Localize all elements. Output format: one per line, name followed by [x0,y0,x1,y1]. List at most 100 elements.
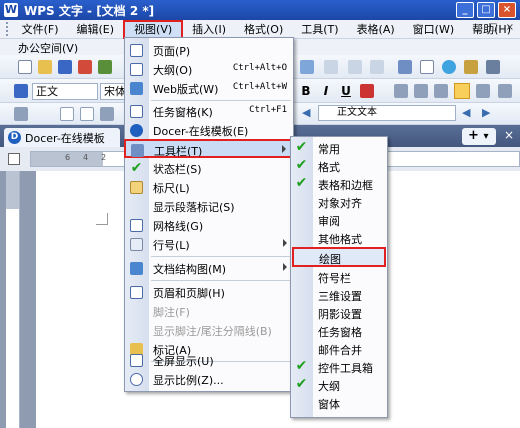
submenu-item-label: 表格和边框 [318,179,373,192]
submenu-item-shadow-settings[interactable]: 阴影设置 [291,304,387,322]
menu-item-header-footer[interactable]: 页眉和页脚(H) [125,283,293,302]
toolbar3-tool-icon[interactable] [14,107,28,121]
underline-button[interactable]: U [338,83,354,99]
submenu-item-review[interactable]: 审阅 [291,211,387,229]
undo-icon[interactable] [348,60,362,74]
wps-app-icon: W [4,3,18,17]
close-tab-icon[interactable]: × [504,128,514,142]
submenu-item-label: 阴影设置 [318,308,362,321]
align-right-icon[interactable] [434,84,448,98]
picture-icon[interactable] [464,60,478,74]
menu-item-page[interactable]: 页面(P) [125,41,293,60]
submenu-item-drawing[interactable]: 绘图 [292,247,386,267]
menu-window[interactable]: 窗口(W) [404,21,463,38]
back-arrow-icon[interactable]: ◀ [302,106,310,119]
new-tab-button[interactable]: + ▾ [462,128,496,145]
redo-icon[interactable] [370,60,384,74]
style-combo[interactable]: 正文 [32,83,98,100]
menu-item-label: Docer-在线模板(E) [153,125,249,138]
doc-minimize-button[interactable]: _ [475,22,480,33]
submenu-item-task-pane[interactable]: 任务窗格 [291,322,387,340]
menu-table[interactable]: 表格(A) [348,21,404,38]
promote-arrow-icon[interactable]: ◀ [462,106,470,119]
office-space-menu[interactable]: 办公空间(V) [18,40,78,56]
menu-item-line-numbers[interactable]: 行号(L) [125,235,293,254]
close-button[interactable]: × [498,2,516,18]
submenu-item-3d-settings[interactable]: 三维设置 [291,286,387,304]
bold-button[interactable]: B [298,83,314,99]
paragraph-style-combo[interactable]: 正文文本 [318,105,456,121]
demote-arrow-icon[interactable]: ▶ [482,106,490,119]
menu-item-task-pane[interactable]: 任务窗格(K) Ctrl+F1 [125,102,293,121]
checkmark-icon: ✔ [130,160,143,176]
menu-view[interactable]: 视图(V) [123,19,184,39]
style-pane-icon[interactable] [14,84,28,98]
submenu-item-standard[interactable]: ✔ 常用 [291,139,387,157]
tab-docer-templates[interactable]: D Docer-在线模板 [4,128,120,147]
menu-item-zoom[interactable]: 显示比例(Z)... [125,370,293,389]
menu-item-status-bar[interactable]: ✔ 状态栏(S) [125,159,293,178]
menu-item-gridlines[interactable]: 网格线(G) [125,216,293,235]
align-center-icon[interactable] [414,84,428,98]
menu-item-paragraph-marks[interactable]: 显示段落标记(S) [125,197,293,216]
view-menu-dropdown: 页面(P) 大纲(O) Ctrl+Alt+O Web版式(W) Ctrl+Alt… [124,37,294,392]
menu-file[interactable]: 文件(F) [13,21,68,38]
italic-button[interactable]: I [318,83,334,99]
format-painter-icon[interactable] [300,60,314,74]
minimize-button[interactable]: _ [456,2,474,18]
menu-item-label: 任务窗格(K) [153,106,213,119]
submenu-item-label: 任务窗格 [318,326,362,339]
vertical-ruler[interactable] [6,171,20,428]
justify-button[interactable] [454,83,470,99]
menu-item-label: 页眉和页脚(H) [153,287,225,300]
submenu-item-symbols[interactable]: 符号栏 [291,268,387,286]
window-controls: _ □ × [456,2,516,18]
open-folder-icon[interactable] [38,60,52,74]
menu-tools[interactable]: 工具(T) [292,21,347,38]
clear-format-icon[interactable] [324,60,338,74]
checkbox-icon[interactable] [60,107,74,121]
doc-restore-button[interactable]: □ [488,22,497,33]
submenu-item-other-format[interactable]: 其他格式 [291,229,387,247]
vertical-ruler-margin [6,171,19,209]
tab-stop-selector[interactable] [8,153,20,165]
menu-item-label: 行号(L) [153,239,190,252]
checkbox-icon[interactable] [80,107,94,121]
submenu-item-tables-borders[interactable]: ✔ 表格和边框 [291,175,387,193]
menu-item-toolbars[interactable]: 工具栏(T) [124,139,294,158]
menu-item-document-map[interactable]: 文档结构图(M) [125,259,293,278]
export-pdf-icon[interactable] [78,60,92,74]
formula-icon[interactable] [420,60,434,74]
title-bar: W WPS 文字 - [文档 2 *] _ □ × [0,0,520,20]
submenu-item-mail-merge[interactable]: 邮件合并 [291,340,387,358]
menu-edit[interactable]: 编辑(E) [68,21,124,38]
menu-item-fullscreen[interactable]: 全屏显示(U) [125,351,293,370]
print-icon[interactable] [98,60,112,74]
insert-table-icon[interactable] [398,60,412,74]
grid-view-icon[interactable] [486,60,500,74]
submenu-item-outline[interactable]: ✔ 大纲 [291,376,387,394]
submenu-item-control-toolbox[interactable]: ✔ 控件工具箱 [291,358,387,376]
shortcut-label: Ctrl+F1 [249,105,287,115]
font-color-icon[interactable] [360,84,374,98]
new-doc-icon[interactable] [18,60,32,74]
menu-item-ruler[interactable]: 标尺(L) [125,178,293,197]
maximize-button[interactable]: □ [477,2,495,18]
doc-close-button[interactable]: × [506,22,514,33]
submenu-item-format[interactable]: ✔ 格式 [291,157,387,175]
menu-item-outline[interactable]: 大纲(O) Ctrl+Alt+O [125,60,293,79]
menu-insert[interactable]: 插入(I) [183,21,235,38]
submenu-item-forms[interactable]: 窗体 [291,394,387,412]
align-left-icon[interactable] [394,84,408,98]
menu-separator [151,256,291,257]
save-icon[interactable] [58,60,72,74]
submenu-item-align-objects[interactable]: 对象对齐 [291,193,387,211]
menu-item-docer-templates[interactable]: Docer-在线模板(E) [125,121,293,140]
submenu-item-label: 三维设置 [318,290,362,303]
distribute-icon[interactable] [476,84,490,98]
control-icon[interactable] [100,107,114,121]
line-spacing-icon[interactable] [498,84,512,98]
menu-format[interactable]: 格式(O) [235,21,292,38]
menu-item-web-layout[interactable]: Web版式(W) Ctrl+Alt+W [125,79,293,98]
globe-icon[interactable] [442,60,456,74]
